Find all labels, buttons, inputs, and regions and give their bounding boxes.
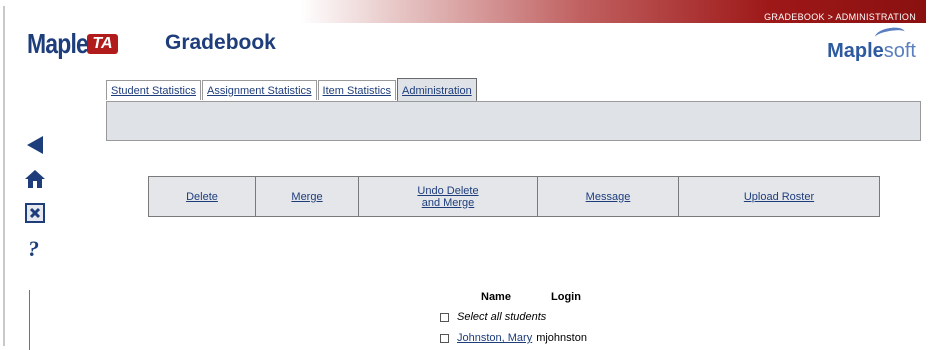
- undo-line-2: and Merge: [421, 196, 475, 209]
- svg-text:?: ?: [28, 236, 39, 260]
- maplesoft-logo: Maplesoft: [827, 25, 916, 63]
- header-band: GRADEBOOK > ADMINISTRATION: [300, 0, 926, 23]
- tab-bar: Student Statistics Assignment Statistics…: [106, 78, 478, 102]
- help-icon[interactable]: ?: [24, 236, 46, 260]
- delete-button[interactable]: Delete: [149, 177, 256, 216]
- maple-ta-logo: Maple TA: [27, 28, 118, 60]
- sidebar-icons: ?: [24, 134, 54, 272]
- tab-student-statistics[interactable]: Student Statistics: [106, 80, 201, 100]
- logo-text: Maple: [27, 28, 89, 59]
- student-checkbox[interactable]: [440, 333, 449, 343]
- back-icon[interactable]: [24, 134, 46, 156]
- action-bar: Delete Merge Undo Delete and Merge Messa…: [148, 176, 880, 217]
- select-all-row: Select all students: [440, 311, 546, 323]
- student-row: Johnston, Mary mjohnston: [440, 332, 587, 344]
- col-header-login: Login: [551, 291, 581, 303]
- logo-badge: TA: [87, 34, 118, 54]
- col-header-name: Name: [481, 291, 511, 303]
- merge-button[interactable]: Merge: [256, 177, 359, 216]
- select-all-checkbox[interactable]: [440, 312, 449, 322]
- breadcrumb: GRADEBOOK > ADMINISTRATION: [764, 12, 916, 22]
- home-icon[interactable]: [24, 168, 46, 190]
- tab-subbar: [106, 101, 921, 141]
- page-title: Gradebook: [165, 31, 276, 54]
- student-login: mjohnston: [536, 332, 587, 344]
- divider-line: [29, 290, 30, 350]
- select-all-label: Select all students: [457, 311, 547, 323]
- brand-rest: soft: [883, 40, 916, 62]
- undo-line-1: Undo Delete: [417, 184, 479, 197]
- upload-roster-button[interactable]: Upload Roster: [679, 177, 879, 216]
- tab-item-statistics[interactable]: Item Statistics: [317, 80, 397, 100]
- tab-administration[interactable]: Administration: [397, 78, 477, 102]
- tab-assignment-statistics[interactable]: Assignment Statistics: [202, 80, 317, 100]
- student-name-link[interactable]: Johnston, Mary: [457, 332, 532, 344]
- undo-delete-merge-button[interactable]: Undo Delete and Merge: [359, 177, 538, 216]
- message-button[interactable]: Message: [538, 177, 679, 216]
- left-border: [3, 6, 5, 346]
- close-icon[interactable]: [24, 202, 46, 224]
- brand-bold: Maple: [827, 40, 884, 62]
